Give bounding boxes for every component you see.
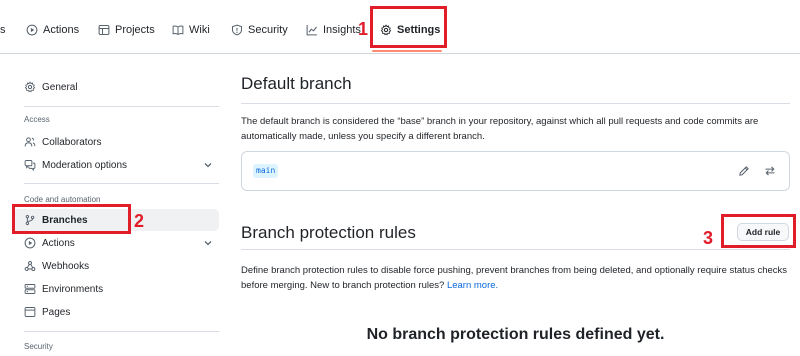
default-branch-description: The default branch is considered the “ba… xyxy=(241,116,759,142)
gear-icon xyxy=(24,81,36,93)
pencil-icon[interactable] xyxy=(738,165,750,177)
branch-protection-heading: Branch protection rules xyxy=(241,223,416,242)
section-divider xyxy=(241,103,790,104)
sidebar-item-environments[interactable]: Environments xyxy=(24,279,103,299)
nav-edge-fragment: s xyxy=(0,24,6,36)
table-icon xyxy=(98,24,110,36)
shield-icon xyxy=(231,24,243,36)
branch-protection-description: Define branch protection rules to disabl… xyxy=(241,263,793,293)
annotation-number-2: 2 xyxy=(134,211,145,231)
sidebar-item-label: Collaborators xyxy=(42,136,102,148)
annotation-number-1: 1 xyxy=(358,19,369,39)
branch-protection-text: Define branch protection rules to disabl… xyxy=(241,265,788,291)
sidebar-divider xyxy=(24,106,219,107)
tab-security[interactable]: Security xyxy=(231,21,288,39)
empty-state-title: No branch protection rules defined yet. xyxy=(366,326,665,343)
tab-projects[interactable]: Projects xyxy=(98,21,155,39)
section-divider xyxy=(241,249,790,250)
tab-wiki[interactable]: Wiki xyxy=(172,21,210,39)
tab-label: Projects xyxy=(115,24,155,36)
sidebar-heading-access: Access xyxy=(24,115,50,124)
graph-icon xyxy=(306,24,318,36)
tab-label: Security xyxy=(248,24,288,36)
sidebar-item-label: Moderation options xyxy=(42,159,128,171)
default-branch-box xyxy=(241,151,790,191)
sidebar-item-label: Environments xyxy=(42,283,104,295)
tab-label: Insights xyxy=(323,24,361,36)
chevron-down-icon[interactable] xyxy=(203,238,213,248)
sidebar-heading-code-automation: Code and automation xyxy=(24,195,101,204)
sidebar-item-general[interactable]: General xyxy=(24,77,78,97)
sidebar-item-collaborators[interactable]: Collaborators xyxy=(24,132,101,152)
sidebar-divider xyxy=(24,183,219,184)
book-icon xyxy=(172,24,184,36)
comment-discussion-icon xyxy=(24,159,36,171)
webhook-icon xyxy=(24,260,36,272)
annotation-box-settings xyxy=(370,6,447,48)
annotation-number-3: 3 xyxy=(703,228,714,248)
default-branch-name: main xyxy=(253,164,279,178)
sidebar-heading-security: Security xyxy=(24,342,53,351)
annotation-box-branches xyxy=(12,204,131,234)
sidebar-item-label: Webhooks xyxy=(42,260,90,272)
server-icon xyxy=(24,283,36,295)
sidebar-divider xyxy=(24,331,219,332)
annotation-box-add-rule xyxy=(721,214,796,248)
learn-more-link[interactable]: Learn more. xyxy=(447,280,498,291)
tab-insights[interactable]: Insights xyxy=(306,21,361,39)
default-branch-heading: Default branch xyxy=(241,74,352,93)
browser-icon xyxy=(24,306,36,318)
tab-label: Actions xyxy=(43,24,80,36)
sidebar-item-label: General xyxy=(42,81,78,93)
chevron-down-icon[interactable] xyxy=(203,160,213,170)
sidebar-item-label: Pages xyxy=(42,306,71,318)
tab-actions[interactable]: Actions xyxy=(26,21,79,39)
people-icon xyxy=(24,136,36,148)
arrow-switch-icon[interactable] xyxy=(764,165,776,177)
play-icon xyxy=(26,24,38,36)
sidebar-item-moderation[interactable]: Moderation options xyxy=(24,155,127,175)
sidebar-item-webhooks[interactable]: Webhooks xyxy=(24,256,89,276)
selected-tab-underline xyxy=(372,50,442,52)
sidebar-item-actions[interactable]: Actions xyxy=(24,233,75,253)
tab-label: Wiki xyxy=(189,24,210,36)
play-icon xyxy=(24,237,36,249)
sidebar-item-label: Actions xyxy=(42,237,75,249)
sidebar-item-pages[interactable]: Pages xyxy=(24,302,70,322)
